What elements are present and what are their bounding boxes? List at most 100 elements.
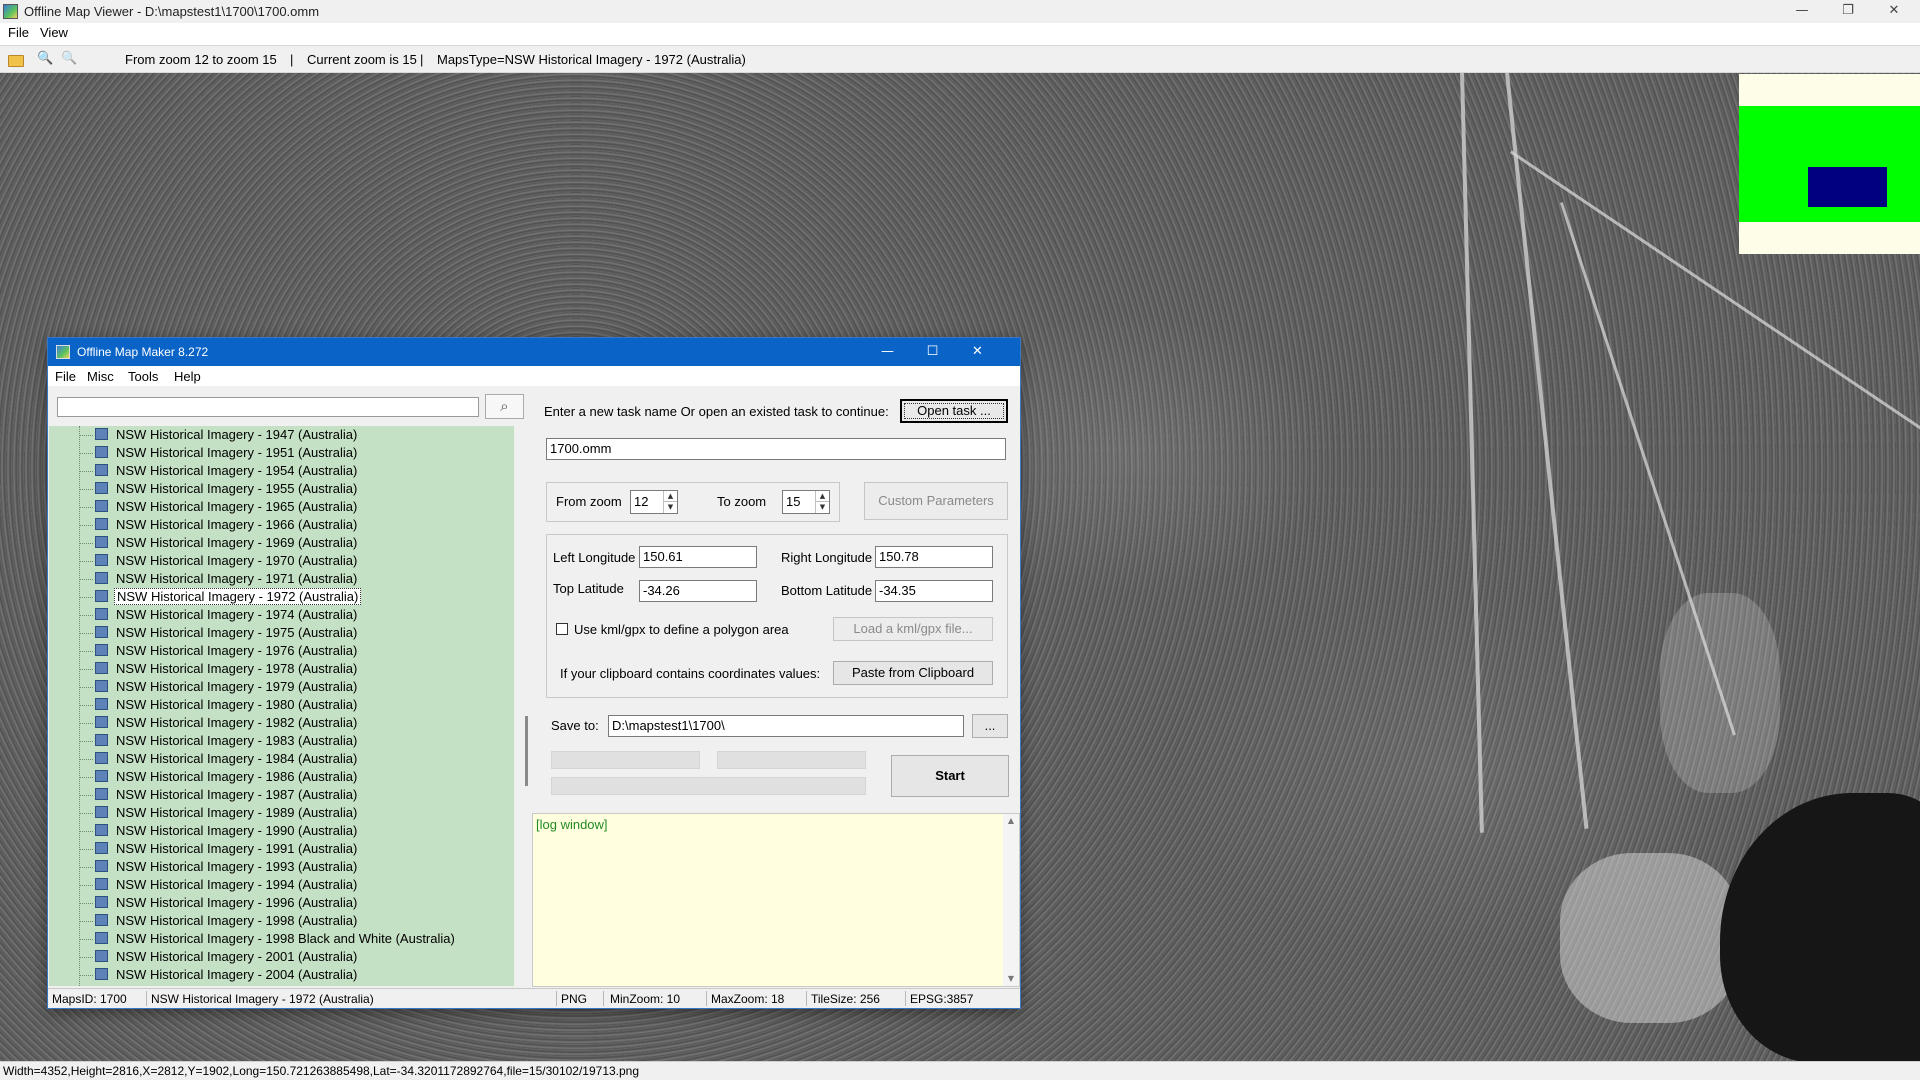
tree-item[interactable]: NSW Historical Imagery - 1989 (Australia… bbox=[49, 804, 514, 822]
viewer-statusbar: Width=4352,Height=2816,X=2812,Y=1902,Lon… bbox=[0, 1061, 1920, 1080]
tree-guide-tick bbox=[79, 723, 93, 724]
map-type-tree[interactable]: NSW Historical Imagery - 1947 (Australia… bbox=[49, 426, 514, 986]
map-search-input[interactable] bbox=[57, 397, 479, 417]
tree-item[interactable]: NSW Historical Imagery - 1966 (Australia… bbox=[49, 516, 514, 534]
map-layer-icon bbox=[95, 806, 108, 818]
spin-down-icon[interactable]: ▼ bbox=[664, 502, 677, 513]
tree-item[interactable]: NSW Historical Imagery - 1998 Black and … bbox=[49, 930, 514, 948]
tree-item[interactable]: NSW Historical Imagery - 1975 (Australia… bbox=[49, 624, 514, 642]
zoom-in-icon[interactable]: 🔍 bbox=[61, 51, 77, 67]
log-scrollbar[interactable]: ▲ ▼ bbox=[1003, 814, 1019, 986]
spin-down-icon[interactable]: ▼ bbox=[816, 502, 829, 513]
spin-up-icon[interactable]: ▲ bbox=[664, 491, 677, 502]
tree-item[interactable]: NSW Historical Imagery - 1996 (Australia… bbox=[49, 894, 514, 912]
task-prompt: Enter a new task name Or open an existed… bbox=[544, 404, 889, 419]
tree-item-label: NSW Historical Imagery - 1954 (Australia… bbox=[116, 463, 358, 478]
dialog-menu-file[interactable]: File bbox=[55, 369, 76, 384]
dialog-menu-help[interactable]: Help bbox=[174, 369, 201, 384]
start-button[interactable]: Start bbox=[891, 755, 1009, 797]
map-layer-icon bbox=[95, 554, 108, 566]
tree-guide-tick bbox=[79, 939, 93, 940]
from-zoom-spinner[interactable]: 12 ▲ ▼ bbox=[630, 490, 678, 514]
search-button[interactable]: ⌕ bbox=[485, 394, 524, 419]
right-longitude-field[interactable]: 150.78 bbox=[875, 546, 993, 568]
tree-item[interactable]: NSW Historical Imagery - 1974 (Australia… bbox=[49, 606, 514, 624]
custom-parameters-button[interactable]: Custom Parameters bbox=[864, 482, 1008, 520]
task-name-field[interactable]: 1700.omm bbox=[546, 438, 1006, 460]
overview-viewport-marker[interactable] bbox=[1808, 167, 1887, 207]
tree-item[interactable]: NSW Historical Imagery - 1947 (Australia… bbox=[49, 426, 514, 444]
minimize-button[interactable]: — bbox=[1780, 0, 1824, 23]
browse-button[interactable]: ... bbox=[972, 714, 1008, 738]
top-latitude-field[interactable]: -34.26 bbox=[639, 580, 757, 602]
tree-item[interactable]: NSW Historical Imagery - 1954 (Australia… bbox=[49, 462, 514, 480]
map-layer-icon bbox=[95, 500, 108, 512]
tree-item[interactable]: NSW Historical Imagery - 1998 (Australia… bbox=[49, 912, 514, 930]
tree-item[interactable]: NSW Historical Imagery - 1972 (Australia… bbox=[49, 588, 514, 606]
restore-button[interactable]: ❐ bbox=[1826, 0, 1870, 23]
use-kml-label[interactable]: Use kml/gpx to define a polygon area bbox=[574, 622, 789, 637]
menu-view[interactable]: View bbox=[40, 25, 68, 40]
zoom-out-icon[interactable]: 🔍 bbox=[37, 51, 53, 67]
tree-item[interactable]: NSW Historical Imagery - 1991 (Australia… bbox=[49, 840, 514, 858]
overview-map[interactable] bbox=[1739, 74, 1920, 254]
tree-item[interactable]: NSW Historical Imagery - 1990 (Australia… bbox=[49, 822, 514, 840]
tree-item[interactable]: NSW Historical Imagery - 1970 (Australia… bbox=[49, 552, 514, 570]
tree-item[interactable]: NSW Historical Imagery - 1955 (Australia… bbox=[49, 480, 514, 498]
scroll-down-icon[interactable]: ▼ bbox=[1003, 972, 1019, 986]
dialog-menu-tools[interactable]: Tools bbox=[128, 369, 158, 384]
dialog-titlebar[interactable]: Offline Map Maker 8.272 — ☐ ✕ bbox=[48, 338, 1020, 366]
map-road bbox=[1460, 73, 1484, 833]
progress-bar-2 bbox=[717, 751, 866, 769]
tree-item[interactable]: NSW Historical Imagery - 1969 (Australia… bbox=[49, 534, 514, 552]
tree-item[interactable]: NSW Historical Imagery - 1987 (Australia… bbox=[49, 786, 514, 804]
tree-item[interactable]: NSW Historical Imagery - 1993 (Australia… bbox=[49, 858, 514, 876]
use-kml-checkbox[interactable] bbox=[556, 623, 568, 635]
bottom-latitude-field[interactable]: -34.35 bbox=[875, 580, 993, 602]
map-layer-icon bbox=[95, 788, 108, 800]
folder-open-icon[interactable] bbox=[8, 55, 24, 67]
open-task-button[interactable]: Open task ... bbox=[900, 399, 1008, 423]
tree-guide-tick bbox=[79, 867, 93, 868]
tree-item[interactable]: NSW Historical Imagery - 2004 (Australia… bbox=[49, 966, 514, 984]
tree-item[interactable]: NSW Historical Imagery - 1978 (Australia… bbox=[49, 660, 514, 678]
save-to-field[interactable]: D:\mapstest1\1700\ bbox=[608, 715, 964, 737]
app-icon bbox=[3, 4, 18, 19]
close-button[interactable]: ✕ bbox=[1872, 0, 1916, 23]
map-layer-icon bbox=[95, 662, 108, 674]
tree-item[interactable]: NSW Historical Imagery - 1986 (Australia… bbox=[49, 768, 514, 786]
dialog-close-button[interactable]: ✕ bbox=[955, 338, 1000, 366]
tree-item[interactable]: NSW Historical Imagery - 1982 (Australia… bbox=[49, 714, 514, 732]
to-zoom-spinner[interactable]: 15 ▲ ▼ bbox=[782, 490, 830, 514]
tree-item[interactable]: NSW Historical Imagery - 1976 (Australia… bbox=[49, 642, 514, 660]
log-window[interactable]: [log window] ▲ ▼ bbox=[532, 813, 1020, 987]
tree-item[interactable]: NSW Historical Imagery - 2001 (Australia… bbox=[49, 948, 514, 966]
map-layer-icon bbox=[95, 446, 108, 458]
tree-item[interactable]: NSW Historical Imagery - 1979 (Australia… bbox=[49, 678, 514, 696]
tree-item[interactable]: NSW Historical Imagery - 1980 (Australia… bbox=[49, 696, 514, 714]
load-kml-button[interactable]: Load a kml/gpx file... bbox=[833, 617, 993, 641]
tree-guide-tick bbox=[79, 831, 93, 832]
tree-guide-tick bbox=[79, 759, 93, 760]
tree-item[interactable]: NSW Historical Imagery - 1984 (Australia… bbox=[49, 750, 514, 768]
tree-item[interactable]: NSW Historical Imagery - 1971 (Australia… bbox=[49, 570, 514, 588]
left-longitude-field[interactable]: 150.61 bbox=[639, 546, 757, 568]
dialog-menu-misc[interactable]: Misc bbox=[87, 369, 114, 384]
tree-scrollbar-thumb[interactable] bbox=[525, 716, 528, 786]
tree-guide-tick bbox=[79, 471, 93, 472]
spin-up-icon[interactable]: ▲ bbox=[816, 491, 829, 502]
map-layer-icon bbox=[95, 842, 108, 854]
tree-item[interactable]: NSW Historical Imagery - 1983 (Australia… bbox=[49, 732, 514, 750]
dialog-maximize-button[interactable]: ☐ bbox=[910, 338, 955, 366]
tree-item-label: NSW Historical Imagery - 1975 (Australia… bbox=[116, 625, 358, 640]
tree-item[interactable]: NSW Historical Imagery - 1951 (Australia… bbox=[49, 444, 514, 462]
right-longitude-label: Right Longitude bbox=[781, 550, 873, 565]
scroll-up-icon[interactable]: ▲ bbox=[1003, 814, 1019, 828]
tree-item[interactable]: NSW Historical Imagery - 1994 (Australia… bbox=[49, 876, 514, 894]
map-layer-icon bbox=[95, 428, 108, 440]
tree-item[interactable]: NSW Historical Imagery - 1965 (Australia… bbox=[49, 498, 514, 516]
paste-from-clipboard-button[interactable]: Paste from Clipboard bbox=[833, 661, 993, 685]
menu-file[interactable]: File bbox=[8, 25, 29, 40]
dialog-minimize-button[interactable]: — bbox=[865, 338, 910, 366]
save-to-label: Save to: bbox=[551, 718, 599, 733]
